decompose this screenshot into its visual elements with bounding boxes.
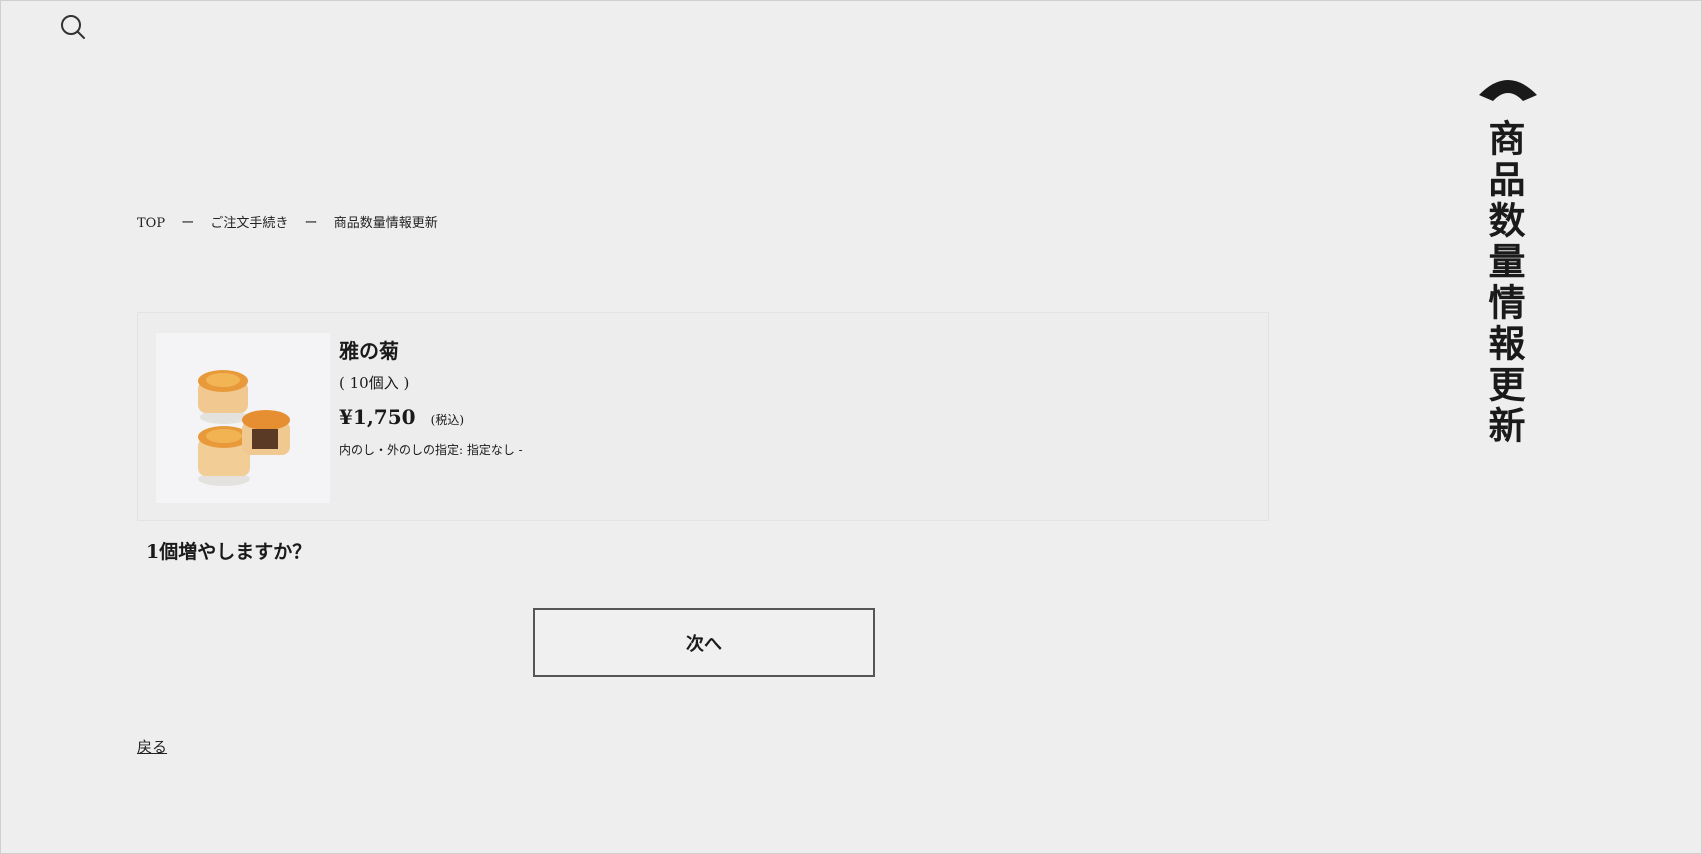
fan-logo-icon xyxy=(1479,80,1537,101)
breadcrumb-separator: ー xyxy=(304,216,318,231)
page-title: 商品数量情報更新 xyxy=(1482,119,1526,447)
search-icon[interactable] xyxy=(59,13,87,41)
product-info: 雅の菊 ( 10個入 ) ¥1,750 (税込) 内のし・外のしの指定: 指定な… xyxy=(339,335,523,458)
page: 商品数量情報更新 TOP ー ご注文手続き ー 商品数量情報更新 雅の菊 ( 1… xyxy=(0,0,1702,854)
tax-note: (税込) xyxy=(430,413,465,427)
breadcrumb-order[interactable]: ご注文手続き xyxy=(210,216,288,231)
next-button[interactable]: 次へ xyxy=(533,608,875,677)
breadcrumb: TOP ー ご注文手続き ー 商品数量情報更新 xyxy=(137,212,438,231)
product-image xyxy=(156,333,330,503)
breadcrumb-separator: ー xyxy=(181,216,195,231)
price-line: ¥1,750 (税込) xyxy=(339,405,523,429)
back-link[interactable]: 戻る xyxy=(137,736,167,757)
product-name: 雅の菊 xyxy=(339,339,399,363)
product-price: ¥1,750 xyxy=(339,405,416,429)
noshi-spec: 内のし・外のしの指定: 指定なし - xyxy=(339,443,523,457)
product-card: 雅の菊 ( 10個入 ) ¥1,750 (税込) 内のし・外のしの指定: 指定な… xyxy=(137,312,1269,521)
breadcrumb-top[interactable]: TOP xyxy=(137,216,165,231)
confirm-question: 1個増やしますか？ xyxy=(146,541,312,563)
product-quantity: ( 10個入 ) xyxy=(339,374,410,392)
breadcrumb-current: 商品数量情報更新 xyxy=(333,216,438,231)
